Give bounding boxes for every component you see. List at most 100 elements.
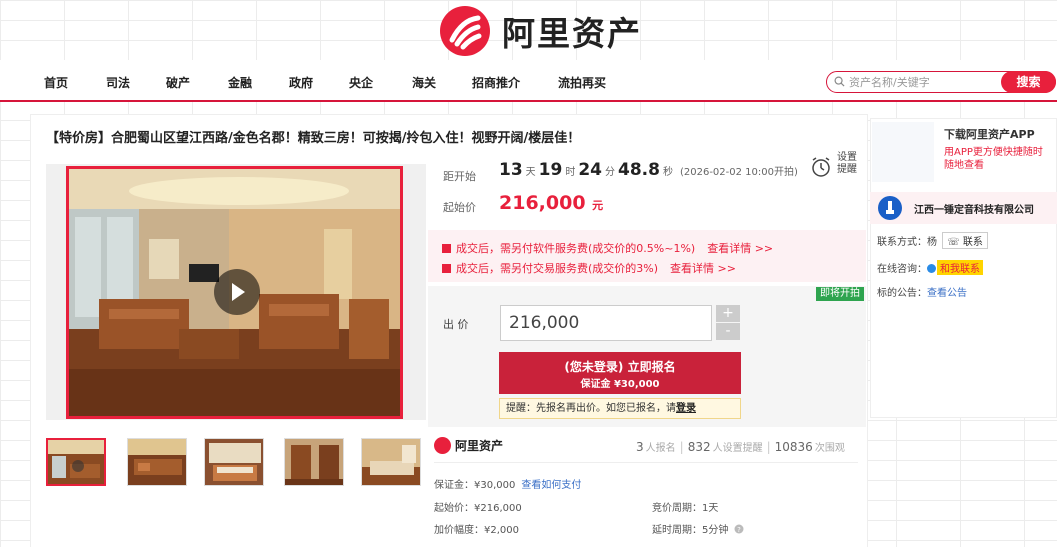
- bid-amount-input[interactable]: 216,000: [500, 305, 712, 341]
- thumbnail-3[interactable]: [204, 438, 264, 486]
- ali-assets-brand-text: 阿里资产: [455, 439, 504, 453]
- contact-button[interactable]: ☏ 联系: [942, 232, 988, 249]
- thumbnail-1[interactable]: [46, 438, 106, 486]
- fee-detail-link-1[interactable]: 查看详情 >>: [707, 242, 773, 255]
- site-logo[interactable]: 阿里资产: [440, 6, 642, 56]
- contact-row: 联系方式：杨 ☏ 联系: [877, 232, 988, 249]
- fee-notice-1-text: 成交后，需另付软件服务费(成交价的0.5%~1%): [456, 242, 696, 255]
- alarm-clock-icon: [812, 157, 830, 177]
- start-price-label: 起始价: [443, 201, 476, 214]
- countdown-seconds: 48.8: [618, 160, 660, 180]
- nav-item-investment[interactable]: 招商推介: [472, 74, 520, 91]
- status-badge: 即将开拍: [816, 287, 864, 301]
- logo-text: 阿里资产: [502, 14, 642, 53]
- countdown-minutes: 24: [578, 160, 603, 180]
- fee-notice-2-text: 成交后，需另付交易服务费(成交价的3%): [456, 262, 659, 275]
- app-qr-code: [872, 122, 934, 182]
- view-notice-link[interactable]: 查看公告: [927, 288, 967, 299]
- fee-notice-1: 成交后，需另付软件服务费(成交价的0.5%~1%) 查看详情 >>: [442, 240, 773, 256]
- notice-row: 标的公告：查看公告: [877, 284, 967, 299]
- search-icon: [834, 76, 845, 87]
- nav-item-customs[interactable]: 海关: [412, 74, 436, 91]
- reminder-count: 832: [687, 440, 711, 454]
- phone-icon: ☏: [947, 237, 960, 248]
- delay-cycle-text: 延时周期：5分钟: [652, 525, 729, 536]
- search-button[interactable]: 搜索: [1001, 71, 1056, 93]
- app-download-title[interactable]: 下载阿里资产APP: [944, 126, 1035, 142]
- decrease-bid-button[interactable]: -: [716, 323, 740, 340]
- nav-item-judicial[interactable]: 司法: [106, 74, 130, 91]
- contact-label: 联系方式：杨: [877, 237, 937, 248]
- nav-item-home[interactable]: 首页: [44, 74, 68, 91]
- listing-stats: 3 人报名 | 832 人设置提醒 | 10836 次围观: [636, 440, 845, 454]
- countdown-second-unit: 秒: [662, 167, 673, 178]
- ali-assets-brand: 阿里资产: [434, 437, 503, 454]
- countdown-day-unit: 天: [525, 167, 536, 178]
- gift-icon: [442, 244, 451, 253]
- thumbnail-2[interactable]: [127, 438, 187, 486]
- countdown-hours: 19: [538, 160, 563, 180]
- increase-bid-button[interactable]: +: [716, 305, 740, 322]
- login-reminder: 提醒：先报名再出价。如您已报名，请登录: [499, 398, 741, 419]
- start-price-value: 216,000: [499, 192, 586, 214]
- seller-org-icon: [878, 196, 902, 220]
- delay-cycle-row: 延时周期：5分钟 ?: [652, 521, 744, 536]
- start-price-row: 起始价：¥216,000: [434, 503, 522, 514]
- help-icon[interactable]: ?: [734, 524, 744, 534]
- gift-icon: [442, 264, 451, 273]
- contact-button-label: 联系: [962, 237, 983, 248]
- how-to-pay-link[interactable]: 查看如何支付: [521, 480, 581, 491]
- seller-org-name[interactable]: 江西一锤定音科技有限公司: [914, 201, 1034, 216]
- signup-count: 3: [636, 440, 644, 454]
- ali-assets-logo-icon: [434, 437, 451, 454]
- fee-detail-link-2[interactable]: 查看详情 >>: [670, 262, 736, 275]
- bidding-cycle-row: 竞价周期：1天: [652, 503, 719, 514]
- divider: [434, 462, 858, 463]
- thumbnail-4[interactable]: [284, 438, 344, 486]
- deposit-amount: 保证金 ¥30,000: [580, 379, 660, 390]
- reminder-unit: 人设置提醒: [712, 443, 763, 454]
- auction-start-time: (2026-02-02 10:00开拍): [679, 167, 798, 178]
- register-button-label: (您未登录) 立即报名: [564, 360, 676, 374]
- countdown-minute-unit: 分: [605, 167, 616, 178]
- bid-label: 出 价: [443, 318, 469, 331]
- search-box: 搜索: [826, 71, 1056, 93]
- price-unit: 元: [592, 199, 604, 212]
- fee-notice-box: 成交后，需另付软件服务费(成交价的0.5%~1%) 查看详情 >> 成交后，需另付…: [428, 230, 866, 282]
- view-unit: 次围观: [814, 443, 845, 454]
- nav-item-resale[interactable]: 流拍再买: [558, 74, 606, 91]
- deposit-text: 保证金：¥30,000: [434, 480, 516, 491]
- search-input[interactable]: [849, 74, 999, 90]
- countdown: 13 天 19 时 24 分 48.8 秒 (2026-02-02 10:00开拍): [499, 160, 798, 180]
- chat-row: 在线咨询： 和我联系: [877, 260, 983, 275]
- set-reminder-label: 设置提醒: [837, 152, 857, 175]
- increment-row: 加价幅度：¥2,000: [434, 525, 519, 536]
- deposit-row: 保证金：¥30,000 查看如何支付: [434, 476, 581, 491]
- nav-item-soe[interactable]: 央企: [349, 74, 373, 91]
- thumbnail-strip: [46, 438, 426, 488]
- notice-label: 标的公告：: [877, 288, 927, 299]
- app-download-desc: 用APP更方便快捷随时随地查看: [944, 147, 1043, 171]
- register-now-button[interactable]: (您未登录) 立即报名 保证金 ¥30,000: [499, 352, 741, 394]
- view-count: 10836: [774, 440, 813, 454]
- set-reminder-button[interactable]: 设置提醒: [810, 152, 860, 184]
- start-price: 216,000 元: [499, 192, 603, 214]
- login-link[interactable]: 登录: [676, 403, 696, 414]
- countdown-days: 13: [499, 160, 523, 180]
- thumbnail-5[interactable]: [361, 438, 421, 486]
- nav-item-bankruptcy[interactable]: 破产: [166, 74, 190, 91]
- listing-title: 【特价房】合肥蜀山区望江西路/金色名郡！精致三房！可按揭/拎包入住！视野开阔/楼…: [46, 131, 581, 146]
- chat-label: 在线咨询：: [877, 264, 927, 275]
- chat-button[interactable]: 和我联系: [937, 260, 983, 275]
- login-reminder-text: 提醒：先报名再出价。如您已报名，请: [506, 403, 676, 414]
- fee-notice-2: 成交后，需另付交易服务费(成交价的3%) 查看详情 >>: [442, 260, 736, 276]
- logo-mark-icon: [440, 6, 490, 56]
- chat-icon: [927, 264, 936, 273]
- svg-text:?: ?: [737, 526, 741, 534]
- signup-unit: 人报名: [645, 443, 676, 454]
- countdown-label: 距开始: [443, 170, 476, 183]
- play-video-button[interactable]: [214, 269, 260, 315]
- nav-item-government[interactable]: 政府: [289, 74, 313, 91]
- nav-item-finance[interactable]: 金融: [228, 74, 252, 91]
- countdown-hour-unit: 时: [565, 167, 576, 178]
